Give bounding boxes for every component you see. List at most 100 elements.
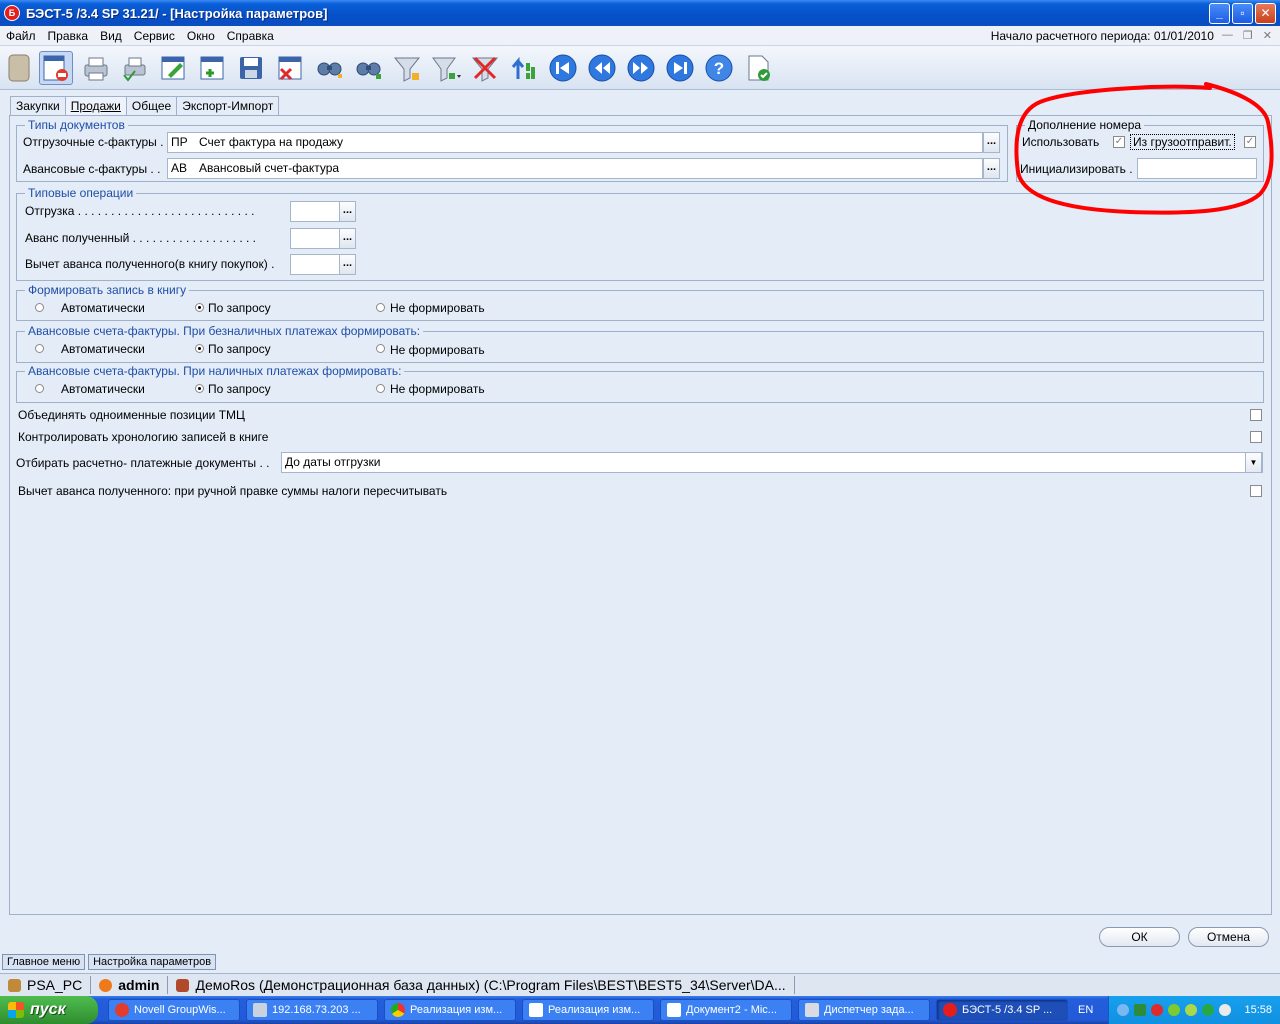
menu-edit[interactable]: Правка (42, 29, 95, 43)
advance-received-browse-button[interactable]: ... (339, 228, 356, 249)
tray-antivirus-icon[interactable] (1151, 1004, 1164, 1016)
add-record-icon[interactable] (195, 51, 229, 85)
cashless-none-label: Не формировать (390, 343, 485, 357)
task-task-manager[interactable]: Диспетчер зада... (798, 999, 930, 1021)
task-groupwise[interactable]: Novell GroupWis... (108, 999, 240, 1021)
system-tray: 15:58 (1108, 996, 1280, 1024)
tab-sales[interactable]: Продажи (64, 96, 127, 116)
svg-text:?: ? (714, 59, 724, 78)
menu-window[interactable]: Окно (181, 29, 221, 43)
book-entry-request-radio[interactable] (195, 303, 204, 312)
shipping-invoice-browse-button[interactable]: ... (983, 132, 1000, 153)
tab-general[interactable]: Общее (125, 96, 178, 116)
tray-app-icon[interactable] (1134, 1004, 1147, 1016)
chronology-checkbox[interactable] (1250, 431, 1262, 443)
cash-request-radio[interactable] (195, 384, 204, 393)
task-word-1[interactable]: Реализация изм... (522, 999, 654, 1021)
next-record-icon[interactable] (624, 51, 658, 85)
cashless-auto-radio[interactable] (35, 344, 44, 353)
book-entry-auto-radio[interactable] (35, 303, 44, 312)
computer-name: PSA_PC (27, 977, 83, 993)
menu-view[interactable]: Вид (94, 29, 128, 43)
cash-auto-radio[interactable] (35, 384, 44, 393)
last-record-icon[interactable] (663, 51, 697, 85)
find-next-icon[interactable] (351, 51, 385, 85)
from-shipper-checkbox[interactable]: ✓ (1244, 136, 1256, 148)
cancel-button[interactable]: Отмена (1188, 927, 1269, 947)
operations-title: Типовые операции (25, 186, 137, 200)
minimize-button[interactable]: _ (1209, 2, 1230, 24)
panel-handle-icon[interactable] (4, 51, 34, 85)
task-chrome[interactable]: Реализация изм... (384, 999, 516, 1021)
tray-arrow-icon[interactable] (1117, 1004, 1130, 1016)
clear-filter-icon[interactable] (468, 51, 502, 85)
chrome-icon (391, 1003, 405, 1017)
cash-none-radio[interactable] (376, 384, 385, 393)
edit-icon[interactable] (156, 51, 190, 85)
window-tab-main-menu[interactable]: Главное меню (2, 953, 86, 970)
merge-items-checkbox[interactable] (1250, 409, 1262, 421)
filter-dropdown-icon[interactable] (429, 51, 463, 85)
confirm-document-icon[interactable] (741, 51, 775, 85)
tray-network-icon[interactable] (1168, 1004, 1181, 1016)
advance-invoice-field[interactable]: АВ Авансовый счет-фактура (167, 158, 983, 179)
best5-icon (943, 1003, 957, 1017)
save-icon[interactable] (234, 51, 268, 85)
clock: 15:58 (1244, 1004, 1272, 1016)
advance-invoice-browse-button[interactable]: ... (983, 158, 1000, 179)
tab-purchases[interactable]: Закупки (10, 96, 66, 116)
cash-auto-label: Автоматически (61, 382, 145, 396)
select-docs-label: Отбирать расчетно- платежные документы .… (16, 456, 270, 470)
cashless-request-radio[interactable] (195, 344, 204, 353)
select-docs-dropdown[interactable]: До даты отгрузки (281, 452, 1263, 473)
recalc-taxes-checkbox[interactable] (1250, 485, 1262, 497)
menu-service[interactable]: Сервис (128, 29, 181, 43)
mdi-minimize-icon[interactable]: — (1222, 29, 1233, 42)
delete-record-icon[interactable] (273, 51, 307, 85)
advance-deduction-browse-button[interactable]: ... (339, 254, 356, 275)
task-word-2[interactable]: Документ2 - Mic... (660, 999, 792, 1021)
use-checkbox[interactable]: ✓ (1113, 136, 1125, 148)
book-entry-none-label: Не формировать (390, 301, 485, 315)
find-icon[interactable] (312, 51, 346, 85)
task-best5[interactable]: БЭСТ-5 /3.4 SP ... (936, 999, 1068, 1021)
ok-button[interactable]: ОК (1099, 927, 1180, 947)
advance-received-field[interactable] (290, 228, 340, 249)
shipment-browse-button[interactable]: ... (339, 201, 356, 222)
book-entry-none-radio[interactable] (376, 303, 385, 312)
task-remote-desktop[interactable]: 192.168.73.203 ... (246, 999, 378, 1021)
doc-types-title: Типы документов (25, 118, 128, 132)
shipping-invoice-field[interactable]: ПР Счет фактура на продажу (167, 132, 983, 153)
user-name: admin (118, 977, 160, 993)
tray-status-icon[interactable] (1202, 1004, 1215, 1016)
window-tab-settings[interactable]: Настройка параметров (88, 953, 217, 970)
start-button[interactable]: пуск (0, 996, 98, 1024)
maximize-button[interactable]: ▫ (1232, 2, 1253, 24)
menu-help[interactable]: Справка (221, 29, 280, 43)
previous-record-icon[interactable] (585, 51, 619, 85)
select-docs-arrow-icon[interactable]: ▼ (1245, 452, 1262, 473)
tray-volume-icon[interactable] (1219, 1004, 1232, 1016)
print-preview-icon[interactable] (117, 51, 151, 85)
sort-icon[interactable] (507, 51, 541, 85)
chronology-label: Контролировать хронологию записей в книг… (18, 430, 269, 444)
shipment-field[interactable] (290, 201, 340, 222)
mdi-close-icon[interactable]: ✕ (1263, 29, 1272, 42)
mdi-restore-icon[interactable]: ❐ (1243, 29, 1253, 42)
filter-icon[interactable] (390, 51, 424, 85)
print-icon[interactable] (78, 51, 112, 85)
language-indicator[interactable]: EN (1078, 1004, 1093, 1016)
cashless-none-radio[interactable] (376, 344, 385, 353)
help-icon[interactable]: ? (702, 51, 736, 85)
menu-file[interactable]: Файл (0, 29, 42, 43)
advance-deduction-field[interactable] (290, 254, 340, 275)
database-name: ДемоRos (Демонстрационная база данных) (… (195, 977, 786, 993)
tab-export-import[interactable]: Экспорт-Импорт (176, 96, 280, 116)
groupwise-icon (115, 1003, 129, 1017)
initialize-field[interactable] (1137, 158, 1257, 179)
window-tabs: Главное меню Настройка параметров (0, 951, 1280, 972)
settings-document-icon[interactable] (39, 50, 73, 85)
tray-settings-icon[interactable] (1185, 1004, 1198, 1016)
close-button[interactable]: ✕ (1255, 2, 1276, 24)
first-record-icon[interactable] (546, 51, 580, 85)
